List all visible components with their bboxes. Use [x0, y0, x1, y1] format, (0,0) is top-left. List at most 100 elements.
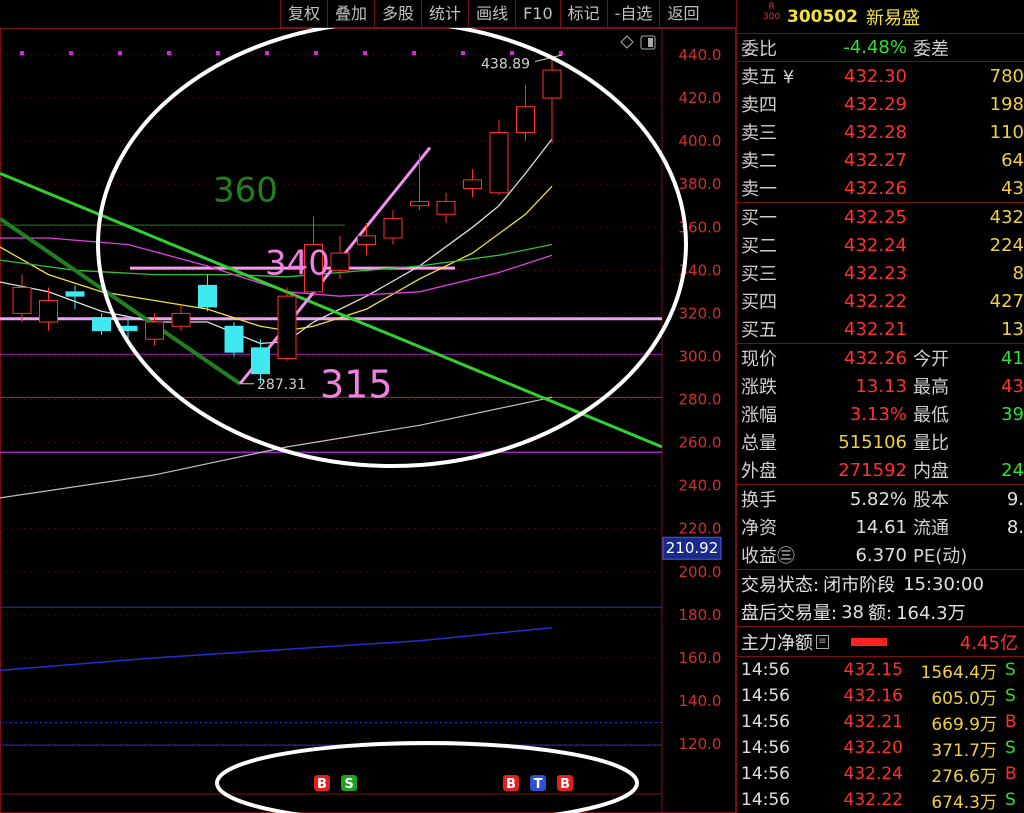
chart-frame: [0, 28, 736, 813]
signal-marker[interactable]: B: [557, 775, 573, 792]
candle-body: [436, 200, 456, 215]
annotation-340: 340: [265, 244, 330, 284]
weibi-value: -4.48%: [843, 37, 907, 58]
toolbar-button-3[interactable]: 统计: [421, 0, 468, 27]
candle-body: [65, 291, 85, 297]
toolbar-button-5[interactable]: F10: [515, 0, 560, 27]
stat-label-2: 量比: [913, 433, 949, 454]
stat-value: 432.26: [844, 347, 907, 369]
toolbar-button-1[interactable]: 叠加: [327, 0, 374, 27]
current-price-value: 210.92: [666, 539, 719, 557]
tick-price: 432.22: [843, 790, 903, 810]
toolbar-button-4[interactable]: 画线: [468, 0, 515, 27]
order-volume: 110: [989, 121, 1024, 143]
tick-side: S: [1005, 686, 1016, 706]
tick-price: 432.16: [843, 686, 903, 706]
order-price: 432.29: [844, 93, 907, 115]
price-stats: 现价 432.26 今开 41 涨跌 13.13 最高 43 涨幅 3.13% 最低 39 总量 5151…: [737, 344, 1024, 485]
annotation-360: 360: [213, 170, 278, 210]
stat-label: 涨幅: [741, 405, 777, 426]
signal-dot: [314, 51, 318, 55]
kline-chart[interactable]: 440.0 420.0 400.0 380.0 360.0 340.0 320.0 300.0…: [0, 28, 736, 813]
tick-list[interactable]: 14:56 432.15 1564.4万 S 14:56 432.16 605.0万 S 14:…: [737, 657, 1024, 813]
toolbar-button-0[interactable]: 复权: [280, 0, 327, 27]
toolbar-button-8[interactable]: 返回: [659, 0, 706, 27]
toolbar-button-7[interactable]: -自选: [606, 0, 660, 27]
tick-row: 14:56 432.16 605.0万 S: [737, 683, 1024, 709]
signal-marker[interactable]: B: [503, 775, 519, 792]
candle-body: [39, 299, 58, 323]
signal-marker[interactable]: B: [314, 775, 330, 792]
buy-row: 买四 432.22 427: [737, 287, 1024, 315]
order-volume: 224: [989, 234, 1024, 256]
main-net-label: 主力净额: [741, 632, 813, 654]
tick-price: 432.24: [843, 764, 903, 784]
candle-body: [171, 312, 191, 327]
diamond-icon[interactable]: [620, 35, 634, 49]
stock-header: R 300 300502 新易盛: [737, 0, 1024, 34]
low-price-label: 287.31: [257, 377, 306, 393]
toolbar-button-6[interactable]: 标记: [559, 0, 607, 27]
tick-time: 14:56: [741, 712, 790, 732]
after-hours-amount-label: 额:: [867, 603, 893, 624]
signal-dot: [265, 51, 269, 55]
stat-label-2: 最高: [913, 377, 949, 398]
order-price: 432.26: [844, 177, 907, 199]
stat-row: 总量 515106 量比: [737, 428, 1024, 456]
panel-toggle-icon-fill: [648, 38, 653, 47]
candle-body: [489, 132, 509, 194]
buy-row: 买三 432.23 8: [737, 259, 1024, 287]
fin-row: 净资 14.61 流通 8.: [737, 513, 1024, 541]
sell-row: 卖四 432.29 198: [737, 90, 1024, 118]
stat-label: 外盘: [741, 461, 777, 482]
signal-marker-label: B: [506, 777, 516, 792]
tick-side: S: [1005, 790, 1016, 810]
stat-label-2: 今开: [913, 349, 949, 370]
order-level-label: 买五: [741, 320, 777, 341]
signal-marker[interactable]: S: [341, 775, 357, 792]
order-price: 432.21: [844, 318, 907, 340]
order-price: 432.25: [844, 206, 907, 228]
sell-row: 卖一 432.26 43: [737, 174, 1024, 202]
order-volume: 780: [989, 65, 1024, 87]
y-axis-tick-label: 160.0: [679, 649, 722, 667]
fin-value: 5.82%: [849, 488, 907, 510]
order-price: 432.24: [844, 234, 907, 256]
candle-body: [224, 325, 244, 353]
tick-price: 432.20: [843, 738, 903, 758]
after-hours-label: 盘后交易量:: [741, 603, 838, 624]
tick-row: 14:56 432.20 371.7万 S: [737, 735, 1024, 761]
signal-dot: [20, 51, 24, 55]
signal-dot: [69, 51, 73, 55]
order-level-label: 卖一: [741, 179, 777, 200]
candle-body: [463, 179, 482, 189]
weicha-label: 委差: [913, 38, 949, 60]
financial-stats: 换手 5.82% 股本 9. 净资 14.61 流通 8. 收益㊂ 6.370 PE(动): [737, 485, 1024, 570]
order-price: 432.28: [844, 121, 907, 143]
fin-label: 净资: [741, 518, 777, 539]
y-axis-tick-label: 300.0: [679, 347, 722, 365]
y-axis-tick-label: 380.0: [679, 175, 722, 193]
after-hours-row: 盘后交易量: 38 额: 164.3万: [737, 598, 1024, 626]
candle-body: [145, 321, 164, 340]
tick-row: 14:56 432.21 669.9万 B: [737, 709, 1024, 735]
candle-body: [516, 106, 535, 134]
kline-chart-svg[interactable]: 440.0420.0400.0380.0360.0340.0320.0300.0…: [0, 28, 736, 813]
order-level-label: 卖二: [741, 151, 777, 172]
buy-orders: 买一 432.25 432 买二 432.24 224 买三 432.23 8 买四 432.22 4…: [737, 203, 1024, 344]
buy-row: 买五 432.21 13: [737, 315, 1024, 343]
list-icon[interactable]: ≡: [816, 634, 829, 649]
weibi-label: 委比: [741, 38, 777, 60]
signal-dot: [559, 51, 563, 55]
fin-value: 6.370: [855, 544, 907, 566]
candle-body: [383, 218, 403, 239]
tick-time: 14:56: [741, 660, 790, 680]
y-axis-tick-label: 420.0: [679, 89, 722, 107]
toolbar-button-2[interactable]: 多股: [374, 0, 421, 27]
signal-marker[interactable]: T: [530, 775, 546, 792]
tick-volume: 371.7万: [931, 740, 997, 761]
y-axis-tick-label: 440.0: [679, 46, 722, 64]
y-axis-tick-label: 120.0: [679, 735, 722, 753]
trade-status-value: 闭市阶段: [823, 575, 896, 596]
sell-orders: 卖五 ¥ 432.30 780 卖四 432.29 198 卖三 432.28 110 卖二 432…: [737, 62, 1024, 203]
